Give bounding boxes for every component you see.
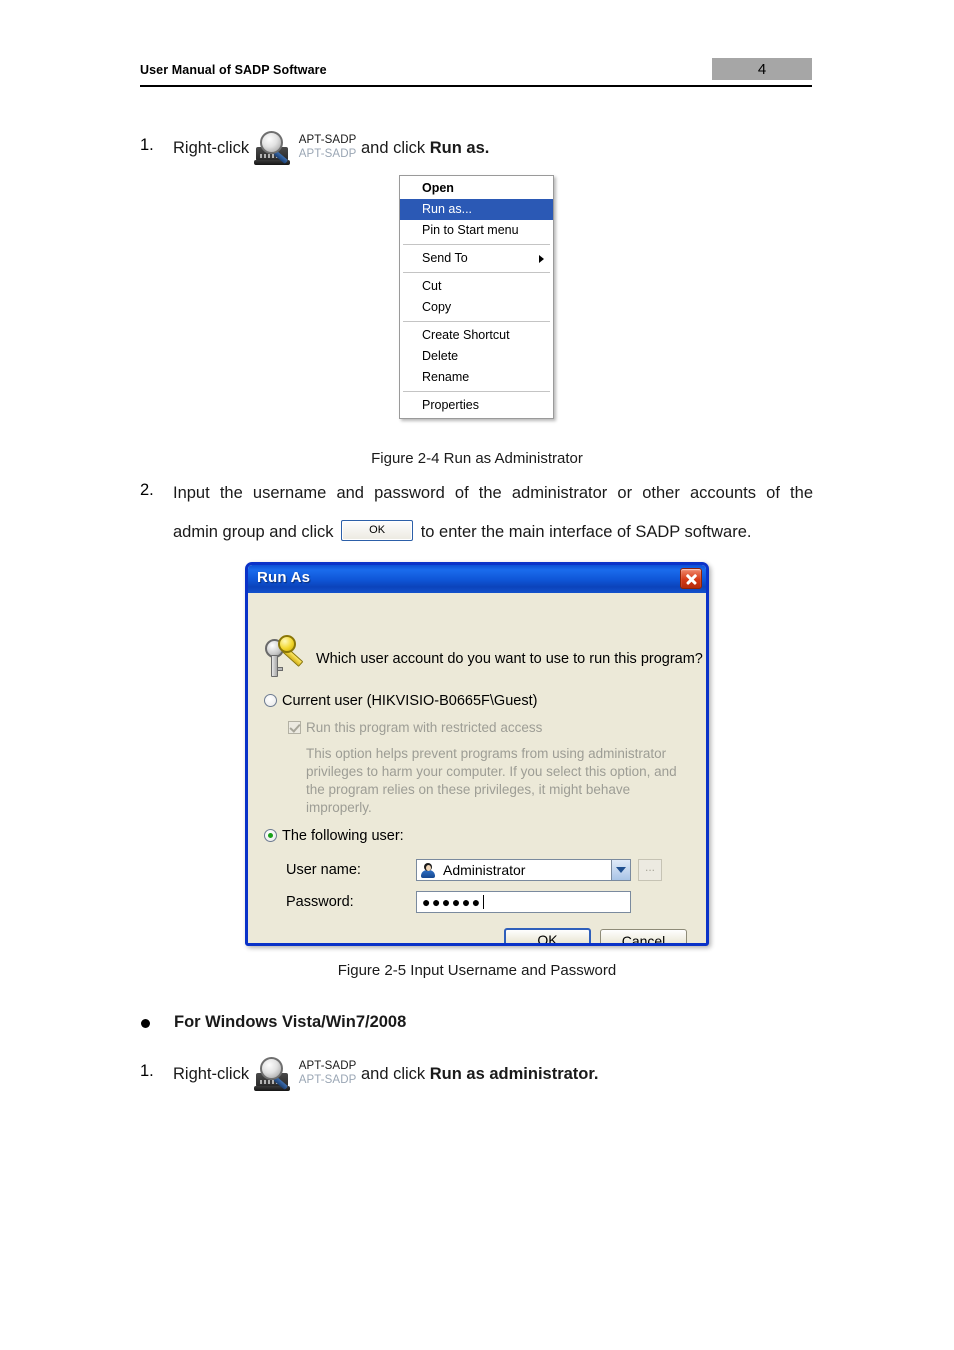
checkbox-restricted-access-label: Run this program with restricted access (306, 720, 543, 735)
bullet-point-icon (141, 1019, 150, 1028)
gray-key-stem-shape (271, 655, 278, 677)
password-value: ●●●●●● (422, 894, 482, 910)
bullet-section-label: For Windows Vista/Win7/2008 (174, 1013, 407, 1031)
step-1-number: 1. (140, 136, 154, 154)
username-label: User name: (286, 862, 361, 878)
dialog-question-text: Which user account do you want to use to… (316, 651, 703, 667)
checkbox-restricted-access-indicator (288, 721, 301, 734)
apt-sadp-label-bottom: APT-SADP (298, 1073, 357, 1086)
context-menu-item-properties[interactable]: Properties (400, 395, 553, 416)
header-title: User Manual of SADP Software (140, 63, 327, 77)
radio-current-user[interactable]: Current user (HIKVISIO-B0665F\Guest) (264, 693, 537, 709)
magnifier-lens-shape (259, 1056, 283, 1080)
step-2-line-2-suffix: to enter the main interface of SADP soft… (420, 523, 752, 541)
step-3-number: 1. (140, 1062, 154, 1080)
context-menu-item-open[interactable]: Open (400, 178, 553, 199)
radio-following-user-label: The following user: (282, 828, 404, 844)
context-menu[interactable]: Open Run as... Pin to Start menu Send To… (399, 175, 554, 419)
cancel-button[interactable]: Cancel (600, 929, 687, 943)
submenu-arrow-icon (539, 254, 544, 263)
figure-2-4-caption: Figure 2-4 Run as Administrator (371, 450, 583, 467)
context-menu-separator (403, 391, 550, 392)
context-menu-item-create-shortcut[interactable]: Create Shortcut (400, 325, 553, 346)
inline-ok-button[interactable]: OK (341, 520, 414, 542)
apt-sadp-icon (253, 1056, 296, 1094)
apt-sadp-label-bottom: APT-SADP (298, 147, 357, 160)
context-menu-separator (403, 272, 550, 273)
step-3-suffix-bold: Run as administrator. (429, 1065, 599, 1083)
step-1-text: Right-click APT-SADP APT-SADP and click R… (173, 128, 489, 168)
apt-sadp-labels: APT-SADP APT-SADP (299, 1060, 357, 1086)
radio-following-user-indicator (264, 829, 277, 842)
yellow-key-bow-shape (278, 635, 296, 653)
context-menu-item-send-to-label: Send To (422, 251, 468, 265)
context-menu-item-copy[interactable]: Copy (400, 297, 553, 318)
context-menu-item-pin-to-start-menu[interactable]: Pin to Start menu (400, 220, 553, 241)
step-1-prefix: Right-click (173, 139, 250, 157)
magnifier-lens-shape (259, 130, 283, 154)
apt-sadp-label-top: APT-SADP (298, 134, 357, 147)
username-combobox[interactable]: Administrator (416, 859, 631, 881)
ok-button[interactable]: OK (504, 928, 591, 943)
step-3-text: Right-click APT-SADP APT-SADP and click R… (173, 1054, 598, 1094)
dialog-help-text: This option helps prevent programs from … (306, 746, 677, 815)
checkbox-restricted-access[interactable]: Run this program with restricted access (288, 720, 542, 735)
radio-current-user-label: Current user (HIKVISIO-B0665F\Guest) (282, 693, 538, 709)
password-input[interactable]: ●●●●●● (416, 891, 631, 913)
header-divider (140, 85, 812, 87)
run-as-dialog: Run As Which user account do you want to… (245, 562, 709, 946)
radio-current-user-indicator (264, 694, 277, 707)
page-header: User Manual of SADP Software 4 (140, 58, 812, 88)
user-avatar-icon (420, 862, 436, 878)
radio-following-user[interactable]: The following user: (264, 828, 404, 844)
context-menu-separator (403, 321, 550, 322)
password-label: Password: (286, 894, 354, 910)
context-menu-item-cut[interactable]: Cut (400, 276, 553, 297)
step-2-line-2-prefix: admin group and click (173, 523, 334, 541)
keys-icon (263, 633, 305, 679)
username-value: Administrator (443, 862, 526, 878)
context-menu-item-delete[interactable]: Delete (400, 346, 553, 367)
step-2-number: 2. (140, 481, 154, 499)
context-menu-item-run-as[interactable]: Run as... (400, 199, 553, 220)
gray-key-tooth-shape (277, 667, 283, 671)
context-menu-item-rename[interactable]: Rename (400, 367, 553, 388)
context-menu-item-send-to[interactable]: Send To (400, 248, 553, 269)
close-icon[interactable] (680, 568, 702, 589)
page-number-badge: 4 (712, 58, 812, 80)
step-2-line-2: admin group and click OK to enter the ma… (173, 512, 752, 552)
context-menu-separator (403, 244, 550, 245)
dialog-body: Which user account do you want to use to… (248, 593, 706, 943)
step-1-suffix-plain: and click (360, 139, 430, 157)
apt-sadp-label-top: APT-SADP (298, 1060, 357, 1073)
page-number-value: 4 (757, 60, 767, 78)
dialog-title: Run As (257, 569, 311, 586)
figure-2-5-caption: Figure 2-5 Input Username and Password (337, 962, 617, 979)
chevron-shape (616, 867, 626, 873)
step-2-line-1: Input the username and password of the a… (173, 484, 813, 502)
step-3-suffix-plain: and click (360, 1065, 430, 1083)
browse-button[interactable]: ... (638, 859, 662, 881)
avatar-body-shape (421, 869, 435, 878)
step-3-prefix: Right-click (173, 1065, 250, 1083)
dialog-titlebar[interactable]: Run As (248, 565, 706, 593)
apt-sadp-icon (253, 130, 296, 168)
step-1-suffix-bold: Run as. (429, 139, 490, 157)
text-caret (482, 895, 484, 909)
chevron-down-icon[interactable] (611, 860, 630, 880)
apt-sadp-labels: APT-SADP APT-SADP (299, 134, 357, 160)
avatar-face-shape (425, 864, 431, 871)
